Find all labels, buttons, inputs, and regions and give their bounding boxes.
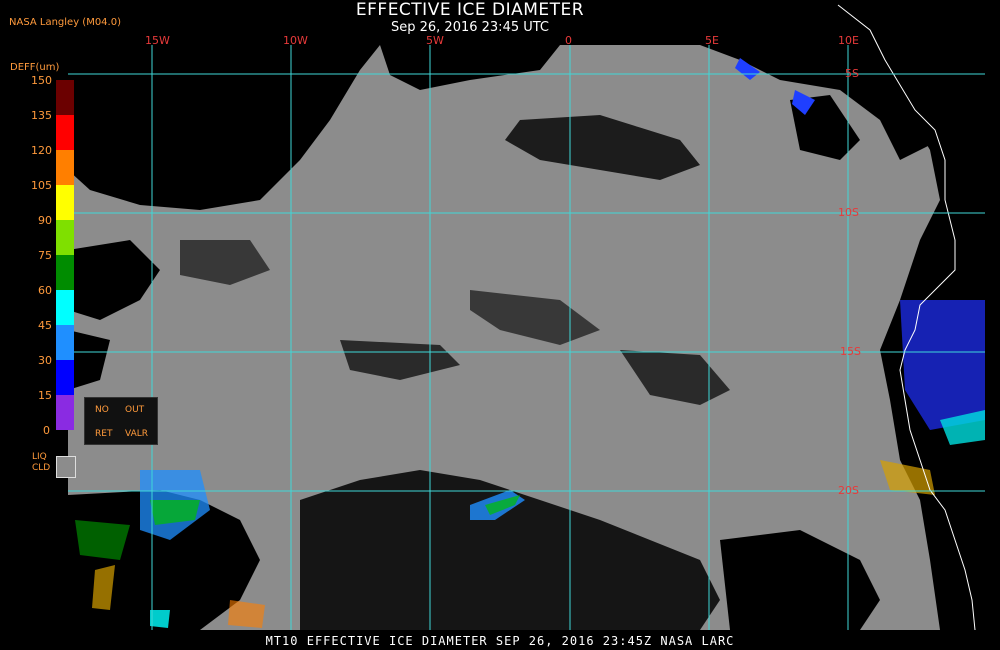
lat-label: 15S (840, 345, 861, 358)
satellite-map (68, 4, 985, 631)
map-datetime: Sep 26, 2016 23:45 UTC (390, 20, 550, 35)
org-label: NASA Langley (M04.0) (9, 17, 121, 28)
color-scale-swatch (56, 115, 74, 150)
legend-tick: 45 (38, 319, 52, 332)
lon-label: 10E (838, 34, 859, 47)
lat-label: 5S (845, 67, 859, 80)
color-scale-swatch (56, 150, 74, 185)
legend-tick: 60 (38, 284, 52, 297)
legend-tick: 0 (43, 424, 50, 437)
legend-panel: NO OUT RET VALR (84, 397, 158, 445)
lon-label: 5W (426, 34, 444, 47)
color-scale-swatch (56, 360, 74, 395)
liquid-cloud-swatch (56, 456, 76, 478)
legend-ret: RET (95, 429, 113, 439)
legend-tick: 135 (31, 109, 52, 122)
legend-tick: 120 (31, 144, 52, 157)
legend-tick: 15 (38, 389, 52, 402)
lon-label: 0 (565, 34, 572, 47)
legend-tick: 75 (38, 249, 52, 262)
liq-label: LIQ (32, 452, 47, 462)
legend-valr: VALR (125, 429, 149, 439)
legend-tick: 105 (31, 179, 52, 192)
color-scale-swatch (56, 395, 74, 430)
color-scale-swatch (56, 80, 74, 115)
lon-label: 5E (705, 34, 719, 47)
footer-caption: MT10 EFFECTIVE ICE DIAMETER SEP 26, 2016… (265, 634, 735, 648)
color-scale-swatch (56, 220, 74, 255)
lon-label: 15W (145, 34, 170, 47)
legend-no: NO (95, 405, 109, 415)
color-scale-swatch (56, 255, 74, 290)
legend-tick: 150 (31, 74, 52, 87)
liquid-cloud-label: LIQ CLD (32, 452, 50, 474)
legend-tick: 30 (38, 354, 52, 367)
color-scale-swatch (56, 185, 74, 220)
legend-unit: DEFF(um) (10, 62, 60, 73)
color-scale-swatch (56, 325, 74, 360)
color-scale-swatch (56, 290, 74, 325)
legend-out: OUT (125, 405, 145, 415)
cld-label: CLD (32, 463, 51, 473)
legend-tick: 90 (38, 214, 52, 227)
lat-label: 20S (838, 484, 859, 497)
map-title: EFFECTIVE ICE DIAMETER (355, 0, 585, 20)
lat-label: 10S (838, 206, 859, 219)
lon-label: 10W (283, 34, 308, 47)
